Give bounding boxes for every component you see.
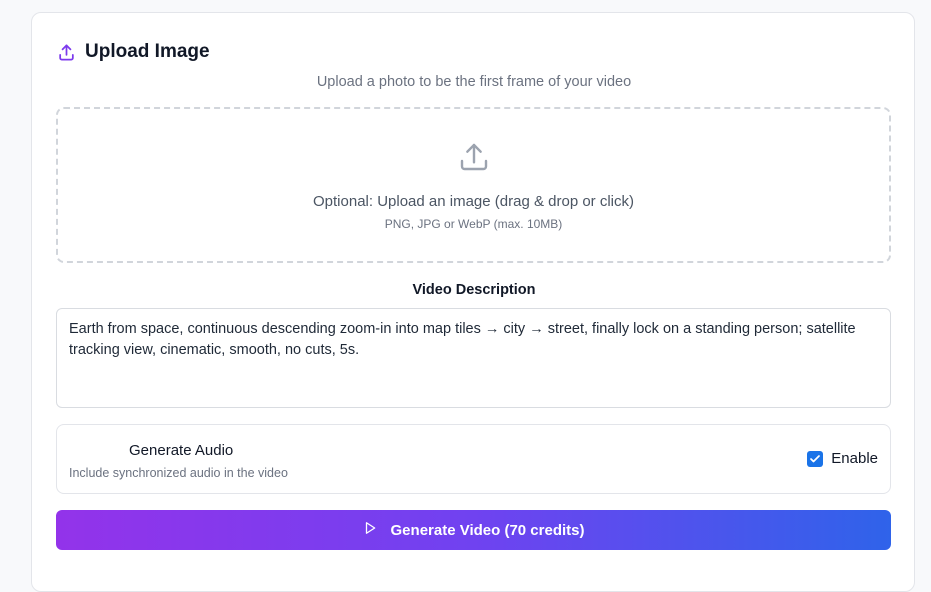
generate-video-button[interactable]: Generate Video (70 credits)	[56, 510, 891, 550]
upload-icon	[458, 141, 490, 178]
image-dropzone[interactable]: Optional: Upload an image (drag & drop o…	[56, 107, 891, 263]
enable-audio-checkbox[interactable]	[807, 450, 824, 467]
generate-audio-subtitle: Include synchronized audio in the video	[69, 466, 288, 480]
play-icon	[363, 521, 377, 540]
generate-video-label: Generate Video (70 credits)	[390, 521, 585, 539]
enable-audio-label[interactable]: Enable	[831, 450, 878, 467]
enable-audio-toggle[interactable]: Enable	[807, 450, 878, 467]
upload-header: Upload Image	[57, 41, 210, 63]
generate-audio-title: Generate Audio	[129, 442, 234, 459]
upload-card: Upload Image Upload a photo to be the fi…	[31, 12, 915, 592]
video-description-input[interactable]: Earth from space, continuous descending …	[56, 308, 891, 408]
generate-audio-panel: Generate Audio Include synchronized audi…	[56, 424, 891, 494]
page-title: Upload Image	[85, 41, 210, 62]
dropzone-text: Optional: Upload an image (drag & drop o…	[313, 193, 634, 210]
upload-icon	[57, 43, 76, 62]
upload-subtitle: Upload a photo to be the first frame of …	[316, 74, 632, 90]
video-description-label: Video Description	[412, 282, 536, 298]
dropzone-hint: PNG, JPG or WebP (max. 10MB)	[384, 217, 563, 231]
